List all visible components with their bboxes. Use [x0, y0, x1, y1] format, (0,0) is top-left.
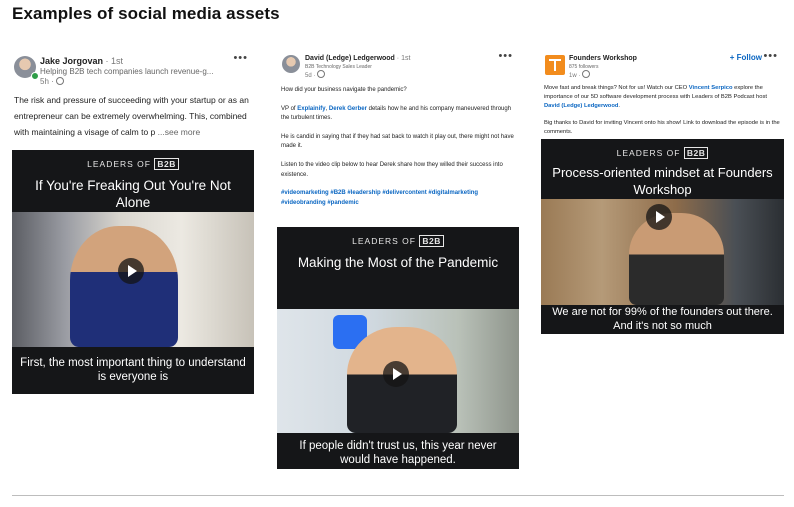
brand-box: B2B [154, 158, 179, 170]
bottom-divider [12, 495, 784, 496]
globe-icon [582, 70, 591, 78]
post-card-founders-workshop: Founders Workshop 875 followers 1w · + F… [541, 50, 784, 334]
video-player[interactable]: LEADERS OF B2B Making the Most of the Pa… [277, 227, 519, 469]
brand-prefix: LEADERS OF [87, 159, 151, 169]
more-options-icon[interactable]: ••• [763, 50, 778, 62]
page-title: Examples of social media assets [12, 4, 280, 23]
video-brand: LEADERS OF B2B [541, 139, 784, 159]
post-text-content: The risk and pressure of succeeding with… [14, 95, 249, 137]
avatar[interactable] [282, 55, 300, 73]
author-name[interactable]: David (Ledge) Ledgerwood · 1st [305, 55, 410, 62]
person-mention-link[interactable]: David (Ledge) Ledgerwood [544, 103, 618, 109]
post-paragraph: How did your business navigate the pande… [281, 87, 407, 93]
video-brand: LEADERS OF B2B [12, 150, 254, 170]
post-paragraph: VP of Explainify, Derek Gerber details h… [281, 105, 515, 124]
globe-icon [55, 77, 64, 85]
post-paragraph: Move fast and break things? Not for us! … [544, 84, 781, 110]
person-mention-link[interactable]: Derek Gerber [329, 106, 367, 112]
play-icon[interactable] [646, 204, 672, 230]
post-time-text: 5h · [40, 77, 54, 86]
video-caption: First, the most important thing to under… [20, 357, 246, 383]
post-time: 5d · [305, 70, 326, 79]
video-caption: If people didn't trust us, this year nev… [299, 440, 497, 466]
person-mention-link[interactable]: Vincent Serpico [689, 85, 733, 91]
post-card-david: David (Ledge) Ledgerwood · 1st B2B Techn… [277, 50, 519, 469]
post-text: The risk and pressure of succeeding with… [12, 86, 254, 150]
post-paragraph: He is candid in saying that if they had … [281, 133, 514, 150]
connection-degree: · 1st [105, 56, 124, 66]
video-title: Process-oriented mindset at Founders Wor… [552, 165, 773, 197]
globe-icon [317, 70, 326, 78]
video-player[interactable]: LEADERS OF B2B Process-oriented mindset … [541, 139, 784, 334]
post-card-jake: Jake Jorgovan · 1st Helping B2B tech com… [12, 52, 254, 394]
speaker-figure [70, 226, 178, 347]
author-name[interactable]: Jake Jorgovan · 1st [40, 56, 123, 66]
post-time-text: 1w · [569, 73, 581, 79]
post-text: Move fast and break things? Not for us! … [541, 84, 784, 139]
play-icon[interactable] [383, 361, 409, 387]
text-run: VP of [281, 105, 298, 112]
post-header: David (Ledge) Ledgerwood · 1st B2B Techn… [277, 50, 519, 84]
author-name[interactable]: Founders Workshop [569, 55, 637, 62]
brand-prefix: LEADERS OF [352, 236, 416, 246]
online-status-icon [31, 72, 39, 80]
hashtags[interactable]: #videomarketing #B2B #leadership #delive… [281, 189, 515, 208]
brand-box: B2B [419, 235, 444, 247]
author-name-text[interactable]: David (Ledge) Ledgerwood [305, 55, 395, 62]
follow-button[interactable]: + Follow [730, 53, 762, 62]
post-paragraph: Big thanks to David for inviting Vincent… [544, 120, 780, 136]
speaker-figure [629, 213, 724, 305]
more-options-icon[interactable]: ••• [233, 52, 248, 64]
post-header: Jake Jorgovan · 1st Helping B2B tech com… [12, 52, 254, 86]
brand-prefix: LEADERS OF [616, 148, 681, 158]
post-paragraph: Listen to the video clip below to hear D… [281, 161, 503, 178]
more-options-icon[interactable]: ••• [498, 50, 513, 62]
video-title: If You're Freaking Out You're Not Alone [35, 178, 231, 210]
text-run: . [618, 102, 621, 109]
text-run: Move fast and break things? Not for us! … [544, 85, 689, 91]
connection-degree: · 1st [396, 55, 411, 62]
company-logo-icon[interactable] [545, 55, 565, 75]
post-time-text: 5d · [305, 73, 316, 79]
author-tagline: Helping B2B tech companies launch revenu… [40, 67, 214, 76]
post-time: 1w · [569, 70, 591, 79]
post-header: Founders Workshop 875 followers 1w · + F… [541, 50, 784, 84]
video-brand: LEADERS OF B2B [277, 227, 519, 247]
company-mention-link[interactable]: Explainify [297, 106, 325, 112]
author-name-text[interactable]: Jake Jorgovan [40, 56, 103, 66]
video-player[interactable]: LEADERS OF B2B If You're Freaking Out Yo… [12, 150, 254, 394]
post-time: 5h · [40, 77, 64, 86]
brand-box: B2B [683, 147, 709, 159]
post-text: How did your business navigate the pande… [277, 84, 519, 227]
video-title: Making the Most of the Pandemic [297, 255, 499, 270]
play-icon[interactable] [118, 258, 144, 284]
see-more-link[interactable]: ...see more [158, 127, 201, 137]
video-caption: We are not for 99% of the founders out t… [552, 306, 773, 332]
